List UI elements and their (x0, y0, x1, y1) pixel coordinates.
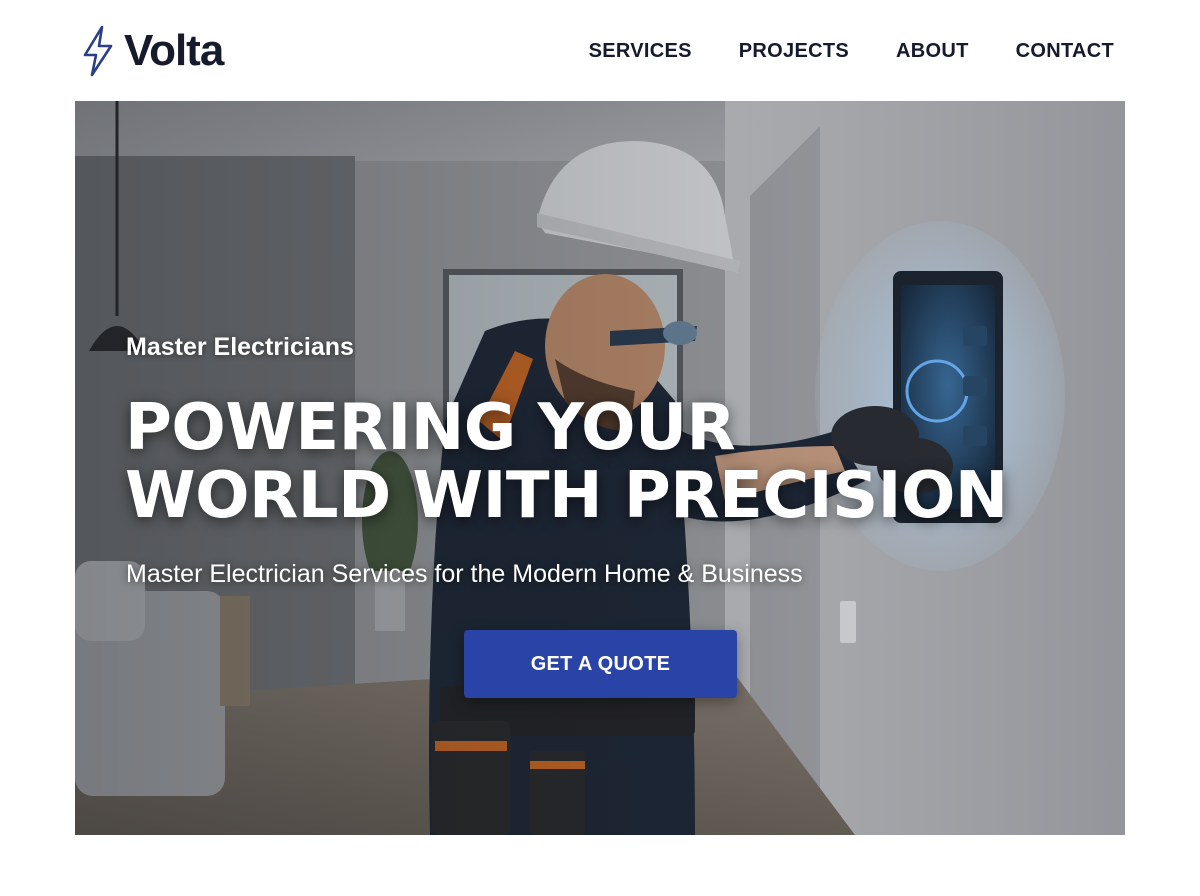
nav-services[interactable]: SERVICES (589, 36, 692, 66)
site-header: Volta SERVICES PROJECTS ABOUT CONTACT (0, 0, 1200, 100)
lightning-bolt-icon (83, 25, 113, 77)
get-a-quote-button[interactable]: GET A QUOTE (464, 630, 737, 698)
hero-section: Master Electricians POWERING YOUR WORLD … (75, 101, 1125, 835)
logo-link[interactable]: Volta (80, 24, 224, 78)
hero-eyebrow: Master Electricians (126, 333, 354, 361)
nav-about[interactable]: ABOUT (896, 36, 969, 66)
hero-headline-line-1: POWERING YOUR (125, 391, 736, 465)
hero-headline-line-2: WORLD WITH PRECISION (125, 459, 1008, 533)
hero-headline: POWERING YOUR WORLD WITH PRECISION (125, 394, 1025, 530)
nav-contact[interactable]: CONTACT (1016, 36, 1114, 66)
hero-subheading: Master Electrician Services for the Mode… (126, 560, 803, 588)
nav-projects[interactable]: PROJECTS (739, 36, 849, 66)
brand-name: Volta (124, 26, 224, 75)
main-nav: SERVICES PROJECTS ABOUT CONTACT (589, 36, 1114, 66)
